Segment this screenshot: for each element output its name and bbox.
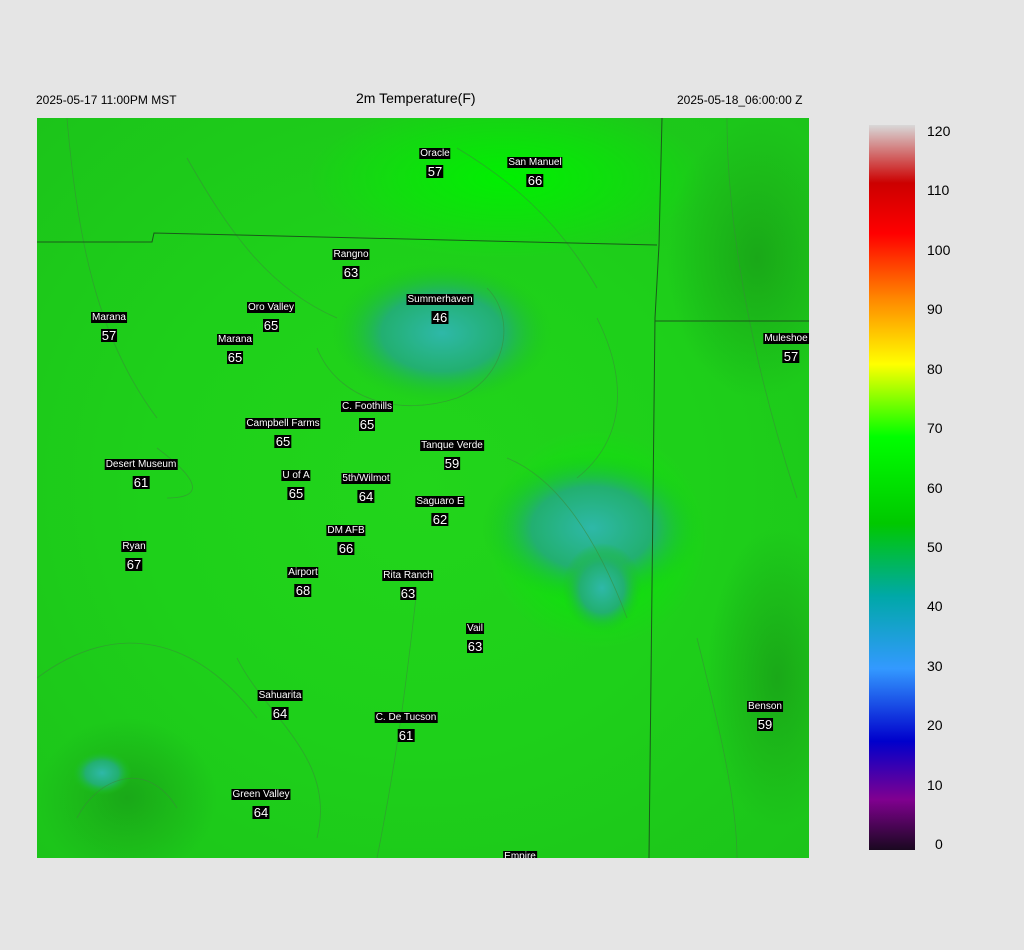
station-temperature: 64 <box>271 706 289 721</box>
station-marker: San Manuel 66 <box>507 152 563 188</box>
colorbar-tick-label: 120 <box>927 123 951 139</box>
map-title: 2m Temperature(F) <box>356 90 476 106</box>
station-marker: Sahuarita 64 <box>257 685 303 721</box>
station-marker: Empire <box>503 846 537 858</box>
station-temperature: 65 <box>262 318 280 333</box>
station-marker: Tanque Verde 59 <box>420 435 484 470</box>
station-name: Desert Museum <box>104 459 178 470</box>
station-name: Ryan <box>121 541 147 552</box>
colorbar-tick-label: 50 <box>927 538 943 555</box>
station-marker: C. Foothills 65 <box>340 396 394 432</box>
colorbar-tick-label: 90 <box>927 301 943 318</box>
station-temperature: 65 <box>358 417 376 432</box>
colorbar-tick-label: 100 <box>927 241 951 258</box>
valid-time-utc: 2025-05-18_06:00:00 Z <box>677 93 803 107</box>
station-temperature: 64 <box>357 489 375 504</box>
station-marker: C. De Tucson 61 <box>374 707 438 743</box>
station-marker: DM AFB 66 <box>326 520 366 556</box>
station-marker: Desert Museum 61 <box>104 454 178 490</box>
station-name: Muleshoe R <box>763 333 809 344</box>
station-marker: Oro Valley 65 <box>247 297 295 332</box>
station-marker: Oracle 57 <box>419 143 451 179</box>
station-temperature: 61 <box>132 475 150 490</box>
station-name: Oracle <box>419 148 451 159</box>
station-marker: Ryan 67 <box>121 536 147 572</box>
colorbar-tick-label: 40 <box>927 598 943 615</box>
colorbar-tick-label: 0 <box>935 836 943 852</box>
station-name: Oro Valley <box>247 302 295 313</box>
station-name: C. Foothills <box>340 401 394 412</box>
station-name: San Manuel <box>507 157 563 168</box>
station-marker: Rangno 63 <box>332 244 370 280</box>
station-marker: Campbell Farms 65 <box>245 413 321 449</box>
colorbar-tick-label: 80 <box>927 360 943 377</box>
station-temperature: 57 <box>100 328 118 343</box>
station-marker: U of A 65 <box>281 465 311 501</box>
valid-time-local: 2025-05-17 11:00PM MST <box>36 93 177 107</box>
station-temperature: 65 <box>274 434 292 449</box>
station-name: Summerhaven <box>406 294 474 305</box>
dark-area-southwest <box>37 718 217 858</box>
colorbar-tick-label: 70 <box>927 420 943 437</box>
station-marker: 5th/Wilmot 64 <box>341 468 391 504</box>
station-name: Marana <box>217 334 253 345</box>
colorbar-tick-label: 10 <box>927 776 943 793</box>
station-marker: Airport 68 <box>287 562 319 598</box>
colorbar-tick-label: 20 <box>927 717 943 734</box>
station-temperature: 65 <box>287 486 305 501</box>
station-name: Sahuarita <box>257 690 303 701</box>
station-marker: Vail 63 <box>466 618 484 653</box>
station-temperature: 67 <box>125 557 143 572</box>
station-temperature: 64 <box>252 805 270 820</box>
station-temperature: 63 <box>466 639 484 654</box>
station-marker: Summerhaven 46 <box>406 289 474 325</box>
dark-area-southeast <box>707 528 809 828</box>
temperature-map: Oracle 57 San Manuel 66 Rangno 63 Summerhaven 4… <box>37 118 809 858</box>
station-temperature: 46 <box>431 310 449 325</box>
station-name: Empire <box>503 851 537 858</box>
station-name: Campbell Farms <box>245 418 321 429</box>
station-temperature: 62 <box>431 512 449 527</box>
station-temperature: 63 <box>342 265 360 280</box>
station-temperature: 59 <box>756 717 774 732</box>
station-temperature: 63 <box>399 586 417 601</box>
station-name: Benson <box>747 701 783 712</box>
station-name: Saguaro E <box>415 496 465 507</box>
station-temperature: 61 <box>397 728 415 743</box>
station-temperature: 57 <box>782 349 800 364</box>
colorbar-tick-label: 30 <box>927 657 943 674</box>
colorbar <box>869 125 915 850</box>
station-name: Rita Ranch <box>382 570 434 581</box>
colorbar-tick-label: 60 <box>927 479 943 496</box>
station-temperature: 57 <box>426 164 444 179</box>
station-name: Marana <box>91 312 127 323</box>
warm-area-north <box>307 118 707 258</box>
cool-area-catalina <box>332 263 552 403</box>
station-temperature: 66 <box>337 541 355 556</box>
station-marker: Muleshoe R 57 <box>763 328 809 363</box>
station-marker: Green Valley 64 <box>231 784 291 820</box>
station-name: U of A <box>281 470 311 481</box>
station-marker: Saguaro E 62 <box>415 491 465 527</box>
station-marker: Marana 57 <box>91 307 127 342</box>
station-temperature: 65 <box>226 350 244 365</box>
station-name: 5th/Wilmot <box>341 473 391 484</box>
station-name: Green Valley <box>231 789 291 800</box>
station-name: Rangno <box>332 249 370 260</box>
station-temperature: 66 <box>526 173 544 188</box>
station-marker: Benson 59 <box>747 696 783 731</box>
station-temperature: 68 <box>294 583 312 598</box>
station-temperature: 59 <box>443 456 461 471</box>
station-name: Vail <box>466 623 484 634</box>
colorbar-tick-label: 110 <box>927 182 950 199</box>
station-name: Airport <box>287 567 319 578</box>
station-name: C. De Tucson <box>374 712 438 723</box>
station-name: DM AFB <box>326 525 366 536</box>
cool-area-rincon-south <box>562 543 642 633</box>
station-name: Tanque Verde <box>420 440 484 451</box>
station-marker: Rita Ranch 63 <box>382 565 434 601</box>
station-marker: Marana 65 <box>217 329 253 364</box>
